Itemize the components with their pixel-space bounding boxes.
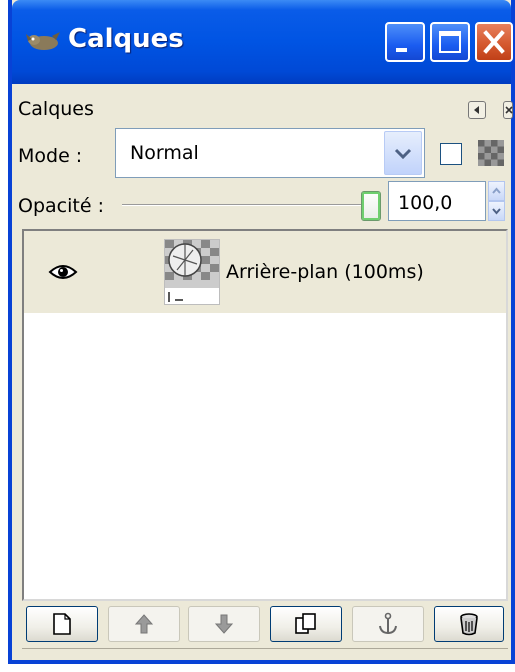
close-button[interactable] — [475, 22, 513, 62]
panel-close-button[interactable] — [503, 101, 513, 119]
minimize-button[interactable] — [385, 22, 425, 62]
opacity-slider[interactable] — [122, 204, 367, 206]
opacity-label: Opacité : — [18, 195, 104, 217]
chevron-down-icon — [394, 148, 412, 160]
panel-caption: Calques — [18, 98, 94, 120]
mode-dropdown-button[interactable] — [384, 131, 422, 175]
eye-icon[interactable] — [48, 263, 78, 285]
raise-layer-button[interactable] — [108, 606, 180, 642]
duplicate-icon — [295, 613, 316, 634]
opacity-value: 100,0 — [398, 192, 453, 214]
opacity-slider-thumb[interactable] — [361, 191, 381, 221]
anchor-icon — [379, 612, 397, 635]
layer-list[interactable]: Arrière-plan (100ms) — [22, 229, 508, 601]
spin-up-button[interactable] — [488, 181, 505, 201]
mode-value: Normal — [130, 142, 199, 164]
status-strip — [22, 648, 508, 654]
opacity-spinner[interactable] — [488, 181, 505, 221]
spin-down-button[interactable] — [488, 201, 505, 221]
close-icon — [483, 30, 505, 54]
keep-transparency-checkbox[interactable] — [440, 143, 462, 165]
title-bar[interactable]: Calques — [12, 0, 513, 84]
panel-close-icon — [505, 106, 513, 114]
trash-icon — [460, 613, 478, 636]
maximize-icon — [439, 31, 461, 53]
arrow-down-icon — [214, 614, 234, 634]
minimize-icon — [396, 48, 407, 52]
gimp-wilber-icon — [22, 30, 62, 52]
transparency-icon — [478, 140, 504, 166]
arrow-up-icon — [134, 614, 154, 634]
layer-toolbar — [22, 606, 508, 648]
delete-layer-button[interactable] — [434, 606, 504, 642]
panel-menu-icon — [474, 106, 479, 114]
spin-down-icon — [492, 208, 501, 215]
new-layer-button[interactable] — [26, 606, 98, 642]
window-title: Calques — [68, 24, 184, 54]
opacity-input[interactable]: 100,0 — [388, 181, 486, 221]
layer-row[interactable]: Arrière-plan (100ms) — [24, 231, 506, 313]
layer-thumbnail[interactable] — [164, 239, 220, 305]
layer-name[interactable]: Arrière-plan (100ms) — [226, 261, 424, 283]
panel-menu-button[interactable] — [468, 101, 486, 119]
duplicate-layer-button[interactable] — [270, 606, 342, 642]
mode-label: Mode : — [18, 145, 83, 167]
maximize-button[interactable] — [430, 22, 470, 62]
new-document-icon — [53, 613, 71, 635]
anchor-layer-button[interactable] — [352, 606, 424, 642]
spin-up-icon — [492, 187, 501, 194]
lower-layer-button[interactable] — [188, 606, 260, 642]
mode-select[interactable]: Normal — [115, 128, 425, 178]
